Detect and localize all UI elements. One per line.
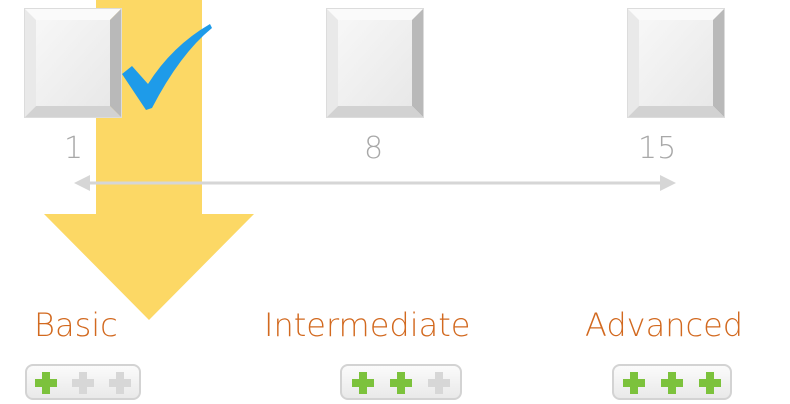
key-15[interactable] (627, 8, 725, 118)
scale-mark-15: 15 (638, 131, 677, 166)
plus-icon (352, 372, 374, 394)
level-label-advanced[interactable]: Advanced (585, 309, 743, 341)
checkmark-icon (122, 24, 212, 110)
key-8[interactable] (326, 8, 424, 118)
rating-badge-advanced (612, 364, 732, 400)
level-selector: 1 8 15 Basic Intermediate Advanced (0, 0, 790, 404)
plus-icon (390, 372, 412, 394)
plus-icon (661, 372, 683, 394)
plus-icon (109, 372, 131, 394)
plus-icon (72, 372, 94, 394)
rating-badge-intermediate (340, 364, 462, 400)
key-1[interactable] (24, 8, 122, 118)
level-label-intermediate[interactable]: Intermediate (264, 309, 470, 341)
scale-mark-8: 8 (364, 131, 384, 166)
plus-icon (699, 372, 721, 394)
plus-icon (35, 372, 57, 394)
rating-badge-basic (25, 364, 141, 400)
plus-icon (428, 372, 450, 394)
scale-mark-1: 1 (64, 131, 84, 166)
level-label-basic[interactable]: Basic (34, 309, 118, 341)
plus-icon (623, 372, 645, 394)
